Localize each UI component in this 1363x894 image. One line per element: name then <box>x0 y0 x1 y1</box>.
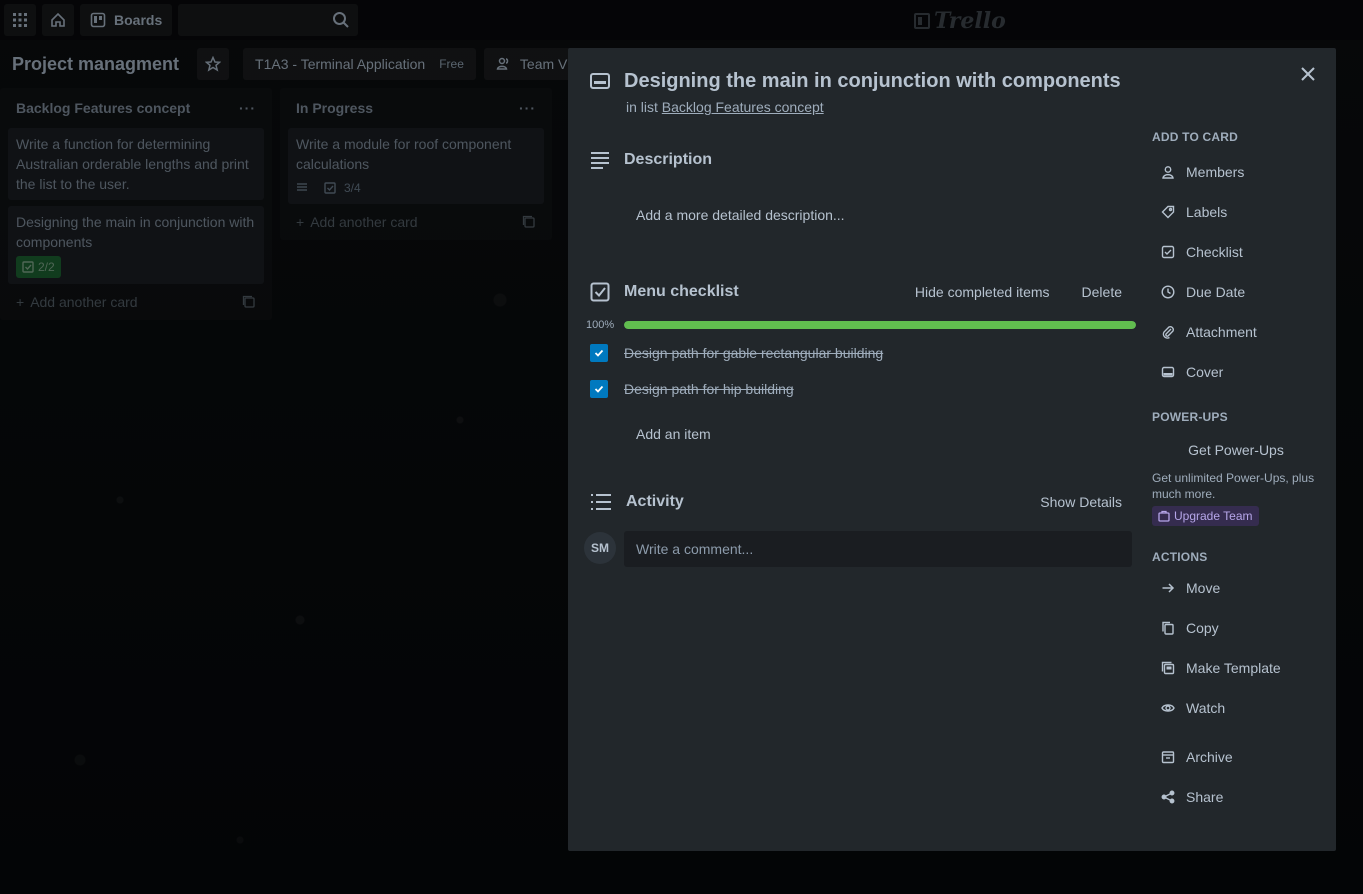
share-icon <box>1160 790 1176 804</box>
make-template-button[interactable]: Make Template <box>1152 652 1320 684</box>
card-cover-icon <box>1160 365 1176 379</box>
progress-fill <box>624 321 1136 329</box>
due-date-label: Due Date <box>1186 284 1246 300</box>
checklist-item[interactable]: Design path for gable rectangular buildi… <box>590 344 883 362</box>
arrow-right-icon <box>1160 581 1176 595</box>
share-button[interactable]: Share <box>1152 781 1320 813</box>
person-icon <box>1160 165 1176 179</box>
archive-button[interactable]: Archive <box>1152 741 1320 773</box>
attachment-label: Attachment <box>1186 324 1257 340</box>
checkbox[interactable] <box>590 344 608 362</box>
checkbox-icon <box>1160 245 1176 259</box>
get-powerups-label: Get Power-Ups <box>1188 442 1284 458</box>
card-sidebar: ADD TO CARD Members Labels Checklist Due… <box>1152 130 1320 813</box>
watch-label: Watch <box>1186 700 1226 716</box>
labels-label: Labels <box>1186 204 1228 220</box>
members-button[interactable]: Members <box>1152 156 1320 188</box>
activity-heading: Activity <box>626 493 684 510</box>
card-icon <box>590 68 610 94</box>
checklist-label: Checklist <box>1186 244 1243 260</box>
in-list-info: in list Backlog Features concept <box>626 99 824 115</box>
share-label: Share <box>1186 789 1224 805</box>
make-template-label: Make Template <box>1186 660 1281 676</box>
due-date-button[interactable]: Due Date <box>1152 276 1320 308</box>
copy-icon <box>1160 621 1176 635</box>
cover-button[interactable]: Cover <box>1152 356 1320 388</box>
archive-label: Archive <box>1186 749 1233 765</box>
copy-button[interactable]: Copy <box>1152 612 1320 644</box>
upgrade-description: Get unlimited Power-Ups, plus much more. <box>1152 471 1315 501</box>
template-icon <box>1160 661 1176 675</box>
description-icon <box>590 150 610 170</box>
checklist-button[interactable]: Checklist <box>1152 236 1320 268</box>
checklist-heading[interactable]: Menu checklist <box>624 283 739 301</box>
checkbox[interactable] <box>590 380 608 398</box>
card-title[interactable]: Designing the main in conjunction with c… <box>624 68 1121 94</box>
checklist-item-text[interactable]: Design path for hip building <box>624 381 794 397</box>
progress-percent: 100% <box>586 319 615 331</box>
upgrade-team-button[interactable]: Upgrade Team <box>1152 506 1259 526</box>
delete-checklist-button[interactable]: Delete <box>1082 284 1122 300</box>
watch-button[interactable]: Watch <box>1152 692 1320 724</box>
get-powerups-button[interactable]: Get Power-Ups <box>1152 434 1320 466</box>
activity-icon <box>590 492 612 512</box>
hide-completed-button[interactable]: Hide completed items <box>915 284 1050 300</box>
description-section-header: Description <box>590 150 1130 170</box>
paperclip-icon <box>1160 325 1176 339</box>
card-header: Designing the main in conjunction with c… <box>590 68 1121 94</box>
checklist-actions: Hide completed items Delete <box>915 284 1122 300</box>
close-button[interactable] <box>1294 60 1322 88</box>
comment-input[interactable]: Write a comment... <box>624 531 1132 567</box>
avatar[interactable]: SM <box>584 532 616 564</box>
cover-label: Cover <box>1186 364 1224 380</box>
copy-label: Copy <box>1186 620 1219 636</box>
checklist-icon <box>590 282 610 302</box>
description-heading: Description <box>624 151 713 168</box>
eye-icon <box>1160 701 1176 715</box>
show-details-button[interactable]: Show Details <box>1040 494 1122 510</box>
description-input[interactable]: Add a more detailed description... <box>624 195 1130 235</box>
checklist-item[interactable]: Design path for hip building <box>590 380 794 398</box>
move-label: Move <box>1186 580 1221 596</box>
upgrade-team-label: Upgrade Team <box>1174 509 1253 523</box>
attachment-button[interactable]: Attachment <box>1152 316 1320 348</box>
checklist-item-text[interactable]: Design path for gable rectangular buildi… <box>624 345 883 361</box>
archive-icon <box>1160 750 1176 764</box>
card-detail-modal: Designing the main in conjunction with c… <box>568 48 1336 851</box>
powerups-heading: POWER-UPS <box>1152 410 1228 424</box>
list-link[interactable]: Backlog Features concept <box>662 99 824 115</box>
actions-heading: ACTIONS <box>1152 550 1208 564</box>
in-list-prefix: in list <box>626 99 658 115</box>
close-icon <box>1301 67 1315 81</box>
add-item-button[interactable]: Add an item <box>624 418 723 450</box>
add-to-card-heading: ADD TO CARD <box>1152 130 1238 144</box>
move-button[interactable]: Move <box>1152 572 1320 604</box>
upgrade-icon <box>1158 510 1170 522</box>
progress-bar <box>624 321 1136 329</box>
clock-icon <box>1160 285 1176 299</box>
members-label: Members <box>1186 164 1245 180</box>
tag-icon <box>1160 205 1176 219</box>
labels-button[interactable]: Labels <box>1152 196 1320 228</box>
